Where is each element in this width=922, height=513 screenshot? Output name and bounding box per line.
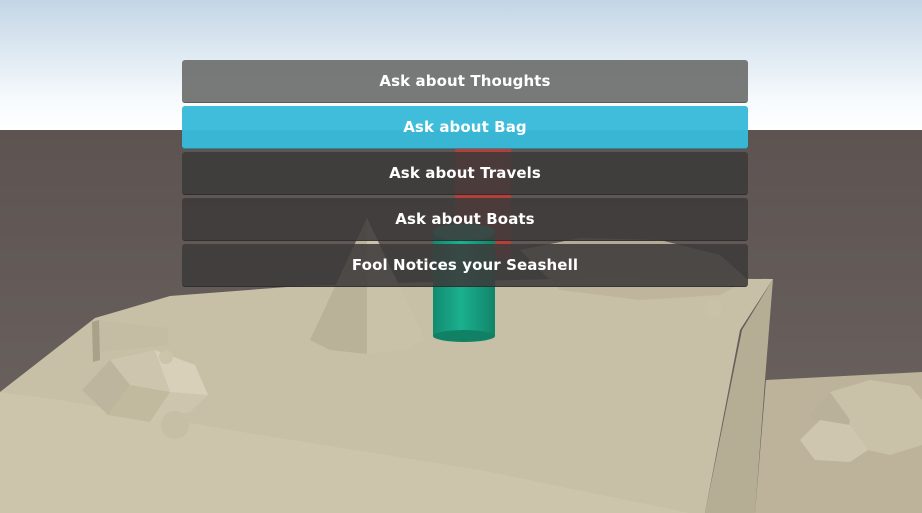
dialogue-option-bag[interactable]: Ask about Bag	[182, 106, 748, 149]
dialogue-option-seashell[interactable]: Fool Notices your Seashell	[182, 244, 748, 287]
pebble-right	[704, 300, 722, 318]
dialogue-option-boats[interactable]: Ask about Boats	[182, 198, 748, 241]
pebble-small	[159, 350, 173, 364]
dialogue-menu: Ask about Thoughts Ask about Bag Ask abo…	[182, 60, 748, 290]
dialogue-option-travels[interactable]: Ask about Travels	[182, 152, 748, 195]
dialogue-option-thoughts[interactable]: Ask about Thoughts	[182, 60, 748, 103]
pebble-left	[161, 411, 189, 439]
